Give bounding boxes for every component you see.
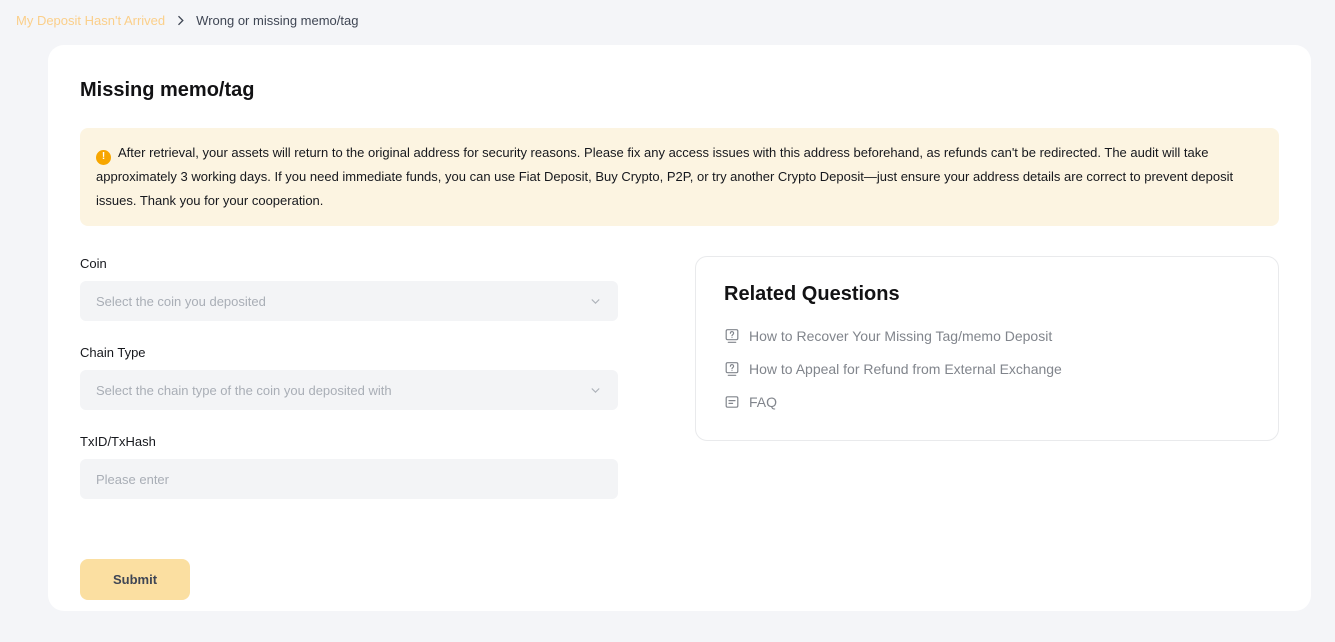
chevron-down-icon bbox=[589, 384, 602, 397]
coin-select[interactable]: Select the coin you deposited bbox=[80, 281, 618, 321]
content-card: Missing memo/tag !After retrieval, your … bbox=[48, 45, 1311, 611]
deposit-recovery-form: Coin Select the coin you deposited Chain… bbox=[80, 256, 618, 600]
faq-list-icon bbox=[724, 394, 740, 410]
chain-type-select[interactable]: Select the chain type of the coin you de… bbox=[80, 370, 618, 410]
related-question-label: How to Appeal for Refund from External E… bbox=[749, 361, 1062, 377]
chevron-down-icon bbox=[589, 295, 602, 308]
related-questions-title: Related Questions bbox=[724, 283, 1250, 306]
notice-text: After retrieval, your assets will return… bbox=[96, 145, 1233, 208]
coin-label: Coin bbox=[80, 256, 618, 271]
related-question-link-3[interactable]: FAQ bbox=[724, 394, 1250, 410]
chevron-right-icon bbox=[175, 15, 186, 26]
article-question-icon bbox=[724, 328, 740, 344]
page-title: Missing memo/tag bbox=[80, 79, 1279, 102]
article-question-icon bbox=[724, 361, 740, 377]
submit-button[interactable]: Submit bbox=[80, 559, 190, 600]
related-question-label: FAQ bbox=[749, 394, 777, 410]
related-question-link-1[interactable]: How to Recover Your Missing Tag/memo Dep… bbox=[724, 328, 1250, 344]
related-question-link-2[interactable]: How to Appeal for Refund from External E… bbox=[724, 361, 1250, 377]
notice-banner: !After retrieval, your assets will retur… bbox=[80, 128, 1279, 226]
txid-input[interactable] bbox=[80, 459, 618, 499]
breadcrumb: My Deposit Hasn't Arrived Wrong or missi… bbox=[0, 0, 1335, 37]
warning-icon: ! bbox=[96, 150, 111, 165]
chain-type-label: Chain Type bbox=[80, 345, 618, 360]
breadcrumb-parent-link[interactable]: My Deposit Hasn't Arrived bbox=[16, 13, 165, 28]
breadcrumb-current: Wrong or missing memo/tag bbox=[196, 13, 358, 28]
related-questions-panel: Related Questions How to Recover Your Mi… bbox=[695, 256, 1279, 441]
chain-type-select-placeholder: Select the chain type of the coin you de… bbox=[96, 383, 392, 398]
support-page: My Deposit Hasn't Arrived Wrong or missi… bbox=[0, 0, 1335, 611]
coin-select-placeholder: Select the coin you deposited bbox=[96, 294, 266, 309]
txid-label: TxID/TxHash bbox=[80, 434, 618, 449]
related-question-label: How to Recover Your Missing Tag/memo Dep… bbox=[749, 328, 1052, 344]
